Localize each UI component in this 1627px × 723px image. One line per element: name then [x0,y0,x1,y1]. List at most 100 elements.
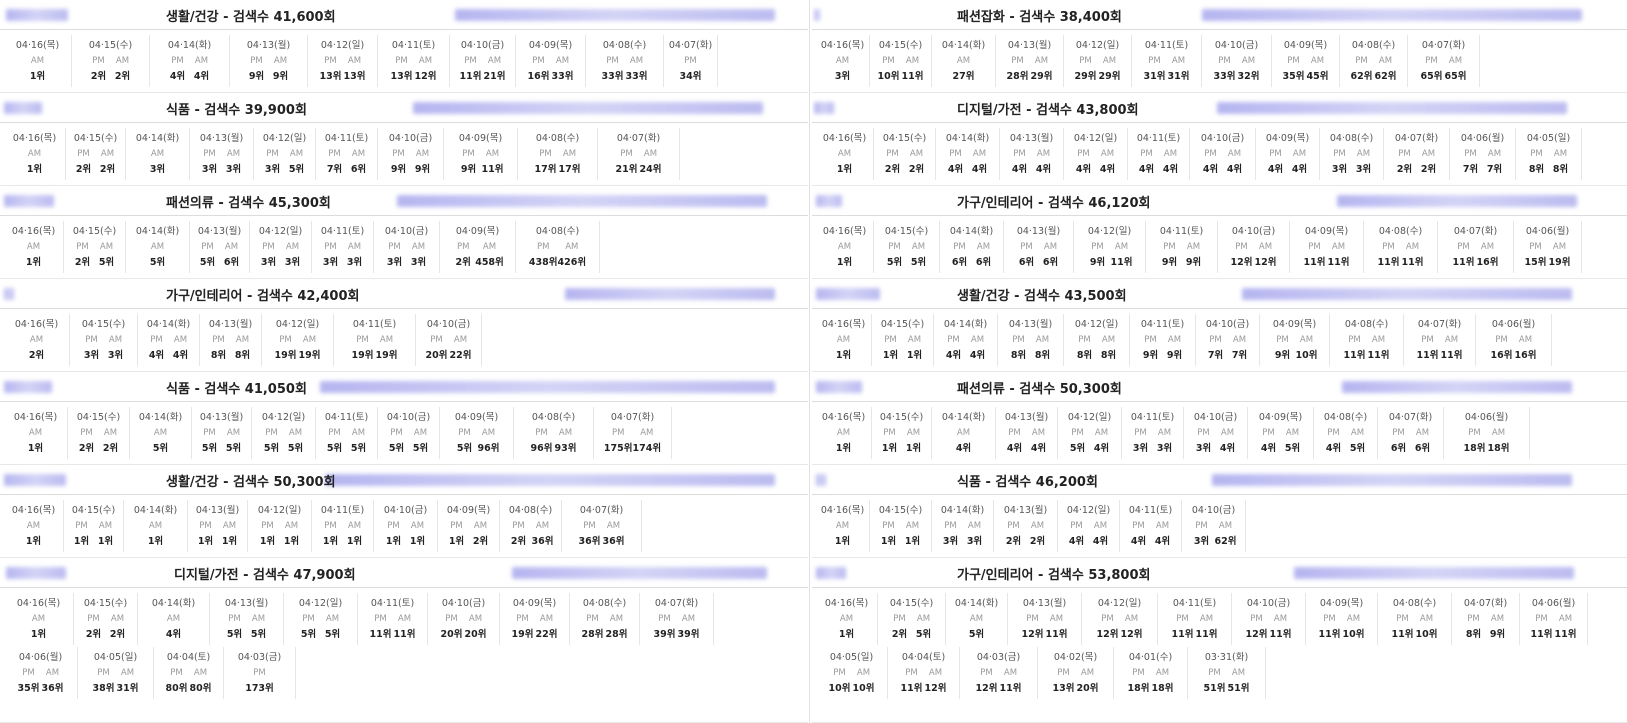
rank-value: 3위 [83,350,100,361]
day-group: 04·10(금) PM 33위 AM 32위 [1202,35,1272,87]
am-slot: AM 1위 [902,425,926,456]
am-slot: AM 1위 [831,518,855,549]
time-slots: AM 1위 [833,146,857,177]
slot-label: AM [907,335,922,345]
slot-label: AM [555,56,570,66]
rank-value: 2위 [472,536,489,547]
slot-label: AM [347,242,362,252]
slot-label: AM [956,56,971,66]
day-group: 04·10(금) PM 4위 AM 4위 [1190,128,1256,180]
day-group: 04·09(목) PM 4위 AM 5위 [1248,407,1314,459]
day-group: 04·12(일) PM 4위 AM 4위 [1064,128,1128,180]
slot-label: AM [1518,335,1533,345]
day-group: 04·10(금) PM 7위 AM 7위 [1196,314,1260,366]
day-group: 04·05(일) PM 38위 AM 31위 [78,647,154,699]
slot-label: AM [972,149,987,159]
day-group: 04·08(수) PM 62위 AM 62위 [1340,35,1408,87]
rank-value: 9위 [272,71,289,82]
rank-value: 7위 [1231,350,1248,361]
rank-value: 35위 [17,683,40,694]
day-label: 04·06(월) [1531,598,1576,609]
slot-label: AM [565,242,579,252]
slot-label: PM [1308,242,1321,252]
pm-slot: PM 2위 [881,146,905,177]
slot-label: AM [1114,242,1129,252]
column-divider [809,0,810,723]
am-slot: AM 2위 [469,518,493,549]
am-slot: AM 31위 [1167,53,1191,84]
rank-row: 04·16(목) AM 1위 04·15(수) PM 2위 AM 2위 04·14(화) AM 4위… [4,591,806,645]
day-label: 04·16(목) [821,319,866,330]
slot-label: AM [856,668,871,678]
slot-label: PM [324,56,337,66]
slot-label: AM [1552,242,1567,252]
rank-value: 80위 [165,683,188,694]
slot-label: PM [1382,242,1395,252]
rank-value: 39위 [677,629,700,640]
time-slots: PM 19위 AM 19위 [351,332,399,363]
rank-value: 4위 [1092,536,1109,547]
pm-slot: PM 5위 [223,611,247,642]
time-slots: PM 7위 AM 7위 [1459,146,1507,177]
day-label: 04·14(화) [146,319,191,330]
rank-value: 2위 [74,257,91,268]
rank-value: 11위 [459,71,482,82]
pm-slot: PM 11위 [1391,611,1415,642]
am-slot: AM 29위 [1098,53,1122,84]
time-slots: PM 39위 AM 39위 [653,611,701,642]
rank-history: 04·16(목) AM 1위 04·15(수) PM 2위 AM 2위 04·14(화) PM 4위… [812,123,1627,180]
rank-value: 6위 [1414,443,1431,454]
pm-slot: PM 62위 [1350,53,1374,84]
rank-value: 4위 [1219,443,1236,454]
day-label: 04·11(토) [1172,598,1217,609]
slot-label: PM [888,242,901,252]
slot-label: PM [80,428,93,438]
rank-value: 8위 [1528,164,1545,175]
rank-value: 45위 [1306,71,1329,82]
slot-label: AM [1350,428,1365,438]
slot-label: PM [266,149,279,159]
slot-label: PM [893,614,906,624]
day-group: 04·09(목) PM 16위 AM 33위 [516,35,586,87]
pm-slot: PM 3위 [1129,425,1153,456]
am-slot: AM 3위 [343,239,367,270]
ranking-card: 생활/건강 - 검색수 41,600회 04·16(목) AM 1위 04·15(수) P… [0,0,808,93]
day-label: 04·10(금) [388,133,433,144]
pm-slot: PM 4위 [1322,425,1346,456]
am-slot: AM 4위 [169,332,193,363]
slot-label: PM [1323,614,1336,624]
day-group: 04·05(일) PM 10위 AM 10위 [816,647,888,699]
slot-label: AM [289,149,304,159]
blurred-keyword [814,102,834,114]
time-slots: PM 2위 AM 36위 [507,518,555,549]
slot-label: PM [1209,335,1222,345]
am-slot: AM 3위 [1352,146,1376,177]
day-label: 04·16(목) [11,505,56,516]
day-label: 04·13(월) [1022,598,1067,609]
pm-slot: PM 36위 [578,518,602,549]
day-label: 04·14(화) [954,598,999,609]
rank-value: 1위 [259,536,276,547]
day-group: 04·11(토) PM 11위 AM 11위 [358,593,428,645]
time-slots: PM 3위 AM 3위 [1129,425,1177,456]
pm-slot: PM 11위 [1343,332,1367,363]
time-slots: PM 10위 AM 11위 [877,53,925,84]
am-slot: AM 3위 [407,239,431,270]
rank-value: 11위 [1401,257,1424,268]
pm-slot: PM 18위 [1463,425,1487,456]
day-group: 04·14(화) AM 5위 [126,221,190,273]
rank-value: 3위 [201,164,218,175]
time-slots: AM 1위 [22,518,46,549]
rank-value: 33위 [601,71,624,82]
day-group: 04·14(화) AM 5위 [130,407,192,459]
slot-label: AM [288,428,303,438]
slot-label: AM [120,668,135,678]
slot-label: PM [658,614,671,624]
day-group: 04·14(화) PM 3위 AM 3위 [932,500,994,552]
day-label: 04·14(화) [135,226,180,237]
rank-value: 8위 [1076,350,1093,361]
rank-value: 29위 [1030,71,1053,82]
slot-label: AM [1448,56,1463,66]
rank-value: 1위 [97,536,114,547]
pm-slot: PM 11위 [1303,239,1327,270]
